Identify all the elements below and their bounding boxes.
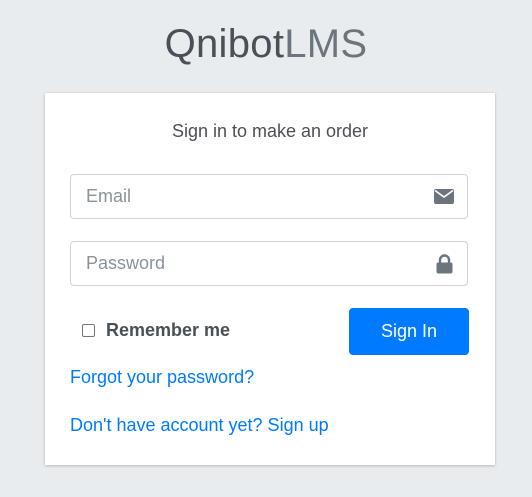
password-input[interactable] [71,242,421,285]
app-logo: QnibotLMS [0,18,532,70]
sign-in-button[interactable]: Sign In [349,308,469,355]
logo-secondary-text: LMS [284,22,368,66]
email-input[interactable] [71,175,421,218]
login-card: Sign in to make an order Remember me Sig… [45,93,495,465]
lock-icon [421,242,467,285]
logo-primary-text: Qnibot [164,22,285,66]
remember-me-checkbox[interactable] [82,323,95,337]
remember-me-row: Remember me [82,319,230,341]
remember-me-label[interactable]: Remember me [106,320,230,341]
login-box-message: Sign in to make an order [171,121,369,141]
password-field-group [70,241,468,286]
forgot-password-link[interactable]: Forgot your password? [70,367,254,388]
email-field-group [70,174,468,219]
envelope-icon [421,175,467,218]
sign-up-link[interactable]: Don't have account yet? Sign up [70,415,329,436]
